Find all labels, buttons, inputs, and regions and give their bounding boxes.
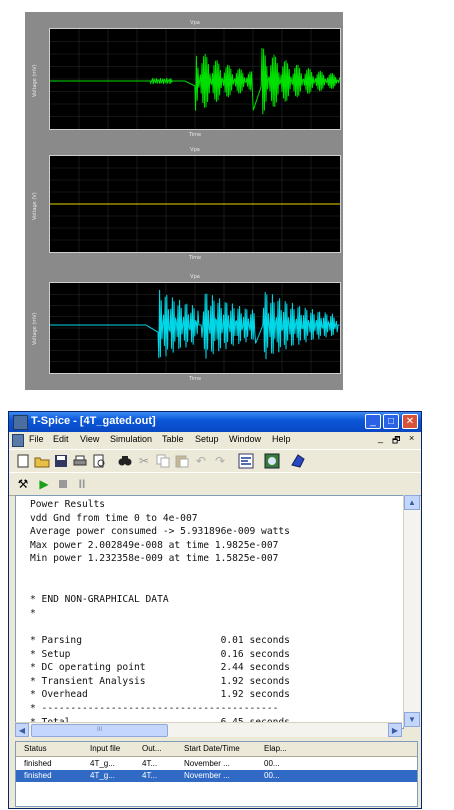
menu-edit[interactable]: Edit (53, 434, 69, 444)
paste-icon[interactable] (174, 453, 190, 469)
menu-view[interactable]: View (80, 434, 99, 444)
job-cell-status: finished (24, 759, 52, 768)
waveform-viewer-icon[interactable] (290, 453, 306, 469)
output-line: * --------------------------------------… (30, 703, 279, 714)
print-icon[interactable] (72, 453, 88, 469)
undo-icon[interactable]: ↶ (193, 453, 209, 469)
column-elapsed[interactable]: Elap... (264, 744, 287, 753)
output-line: * END NON-GRAPHICAL DATA (30, 594, 169, 606)
waveform-trace-yellow (50, 156, 340, 252)
column-start-date[interactable]: Start Date/Time (184, 744, 240, 753)
job-cell-start: November ... (184, 771, 230, 780)
app-icon (13, 415, 28, 430)
menu-window[interactable]: Window (229, 434, 261, 444)
waveform-plot-bottom: Vpa Time Voltage (mV) (32, 274, 341, 382)
waveform-plot-middle: Vpa Time Voltage (V) (32, 147, 341, 261)
mdi-close-button[interactable]: × (409, 433, 414, 443)
plot-x-label: Time (188, 376, 202, 382)
menu-help[interactable]: Help (272, 434, 291, 444)
plot-title: Vpa (190, 274, 200, 280)
job-cell-elapsed: 00... (264, 771, 280, 780)
menu-setup[interactable]: Setup (195, 434, 219, 444)
output-line: vdd Gnd from time 0 to 4e-007 (30, 512, 198, 524)
menu-file[interactable]: File (29, 434, 44, 444)
table-row[interactable]: finished 4T_g... 4T... November ... 00... (16, 770, 417, 782)
plot-y-label: Voltage (mV) (32, 312, 38, 345)
mdi-restore-button[interactable]: 🗗 (392, 433, 400, 449)
copy-icon[interactable] (155, 453, 171, 469)
title-bar[interactable]: T-Spice - [4T_gated.out] _ □ ✕ (9, 412, 421, 432)
job-cell-out: 4T... (142, 771, 158, 780)
output-line: * (30, 607, 36, 619)
close-button[interactable]: ✕ (402, 414, 418, 429)
settings-tools-icon[interactable]: ⚒ (15, 476, 31, 492)
table-row[interactable]: finished 4T_g... 4T... November ... 00... (16, 758, 417, 770)
vertical-scrollbar[interactable]: ▲ ▼ (403, 495, 420, 727)
waveform-panel: Vpa Time Voltage (mV) Vpa Time Voltage (… (25, 12, 343, 390)
waveform-trace-green (50, 29, 340, 129)
simulation-jobs-list: Status Input file Out... Start Date/Time… (15, 741, 418, 807)
output-line: * Setup 0.16 seconds (30, 648, 290, 660)
job-cell-elapsed: 00... (264, 759, 280, 768)
output-line: * Overhead 1.92 seconds (30, 689, 290, 701)
menu-simulation[interactable]: Simulation (110, 434, 152, 444)
window-title: T-Spice - [4T_gated.out] (31, 415, 156, 427)
plot-y-label: Voltage (V) (32, 192, 38, 220)
scroll-right-button[interactable]: ▶ (388, 723, 402, 737)
find-icon[interactable] (117, 453, 133, 469)
horizontal-scroll-thumb[interactable]: III (31, 724, 168, 737)
output-line: Power Results (30, 499, 106, 510)
redo-icon[interactable]: ↷ (212, 453, 228, 469)
maximize-button[interactable]: □ (383, 414, 399, 429)
column-status[interactable]: Status (24, 744, 47, 753)
run-simulation-icon[interactable]: ▶ (36, 476, 52, 492)
menu-table[interactable]: Table (162, 434, 184, 444)
plot-title: Vpa (190, 147, 200, 153)
print-preview-icon[interactable] (91, 453, 107, 469)
cut-icon[interactable]: ✂ (136, 453, 152, 469)
output-editor[interactable]: Power Results vdd Gnd from time 0 to 4e-0… (15, 495, 404, 729)
standard-toolbar: ✂ ↶ ↷ (9, 449, 421, 473)
menu-bar: File Edit View Simulation Table Setup Wi… (9, 432, 421, 448)
jobs-list-header: Status Input file Out... Start Date/Time… (16, 742, 417, 757)
output-line: Average power consumed -> 5.931896e-009 … (30, 526, 290, 538)
plot-x-label: Time (188, 132, 202, 138)
waveform-plot-top: Vpa Time Voltage (mV) (32, 20, 341, 138)
tspice-window: T-Spice - [4T_gated.out] _ □ ✕ File Edit… (8, 411, 422, 809)
stop-simulation-icon[interactable] (55, 476, 71, 492)
output-line: Max power 2.002849e-008 at time 1.9825e-… (30, 539, 279, 551)
job-cell-input: 4T_g... (90, 759, 115, 768)
save-icon[interactable] (53, 453, 69, 469)
plot-y-label: Voltage (mV) (32, 64, 38, 97)
waveform-trace-cyan (50, 283, 340, 373)
open-folder-icon[interactable] (34, 453, 50, 469)
mdi-minimize-button[interactable]: _ (378, 433, 383, 443)
job-cell-out: 4T... (142, 759, 158, 768)
scroll-up-button[interactable]: ▲ (404, 495, 420, 510)
minimize-button[interactable]: _ (365, 414, 381, 429)
scroll-left-button[interactable]: ◀ (15, 723, 29, 737)
simulation-status-icon[interactable] (264, 453, 280, 469)
pause-simulation-icon[interactable]: II (74, 476, 90, 492)
job-cell-start: November ... (184, 759, 230, 768)
job-cell-input: 4T_g... (90, 771, 115, 780)
job-cell-status: finished (24, 771, 52, 780)
output-line: Min power 1.232358e-009 at time 1.5825e-… (30, 553, 279, 565)
simulation-toolbar: ⚒ ▶ II (9, 472, 421, 496)
insert-command-icon[interactable] (238, 453, 254, 469)
plot-x-label: Time (188, 255, 202, 261)
output-line: * Transient Analysis 1.92 seconds (30, 675, 290, 687)
horizontal-scrollbar[interactable]: ◀ III ▶ (15, 722, 402, 737)
column-input-file[interactable]: Input file (90, 744, 120, 753)
document-icon[interactable] (12, 434, 24, 447)
output-line: * Parsing 0.01 seconds (30, 635, 290, 646)
scroll-down-button[interactable]: ▼ (404, 712, 420, 727)
output-line: * DC operating point 2.44 seconds (30, 662, 290, 674)
column-output[interactable]: Out... (142, 744, 162, 753)
plot-title: Vpa (190, 20, 200, 26)
new-file-icon[interactable] (15, 453, 31, 469)
